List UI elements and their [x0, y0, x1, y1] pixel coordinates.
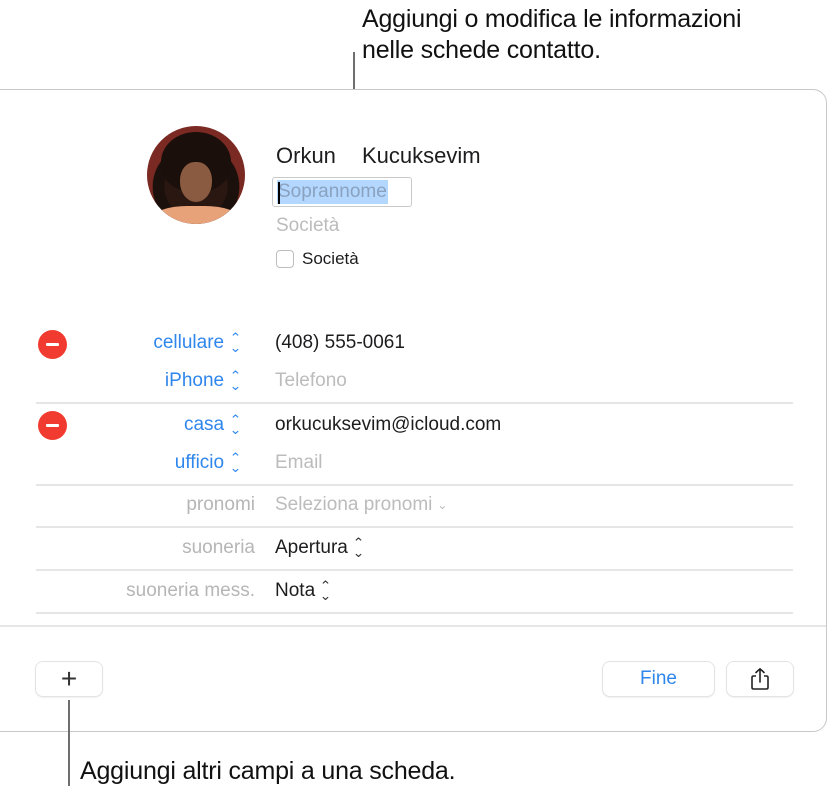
ringtone-label: suoneria: [182, 537, 255, 558]
section-divider: [36, 612, 793, 614]
text-tone-value: Nota: [275, 580, 316, 601]
callout-edit-info-line2: nelle schede contatto.: [362, 36, 601, 64]
contact-avatar[interactable]: [147, 126, 245, 224]
pronouns-placeholder: Seleziona pronomi: [275, 494, 433, 515]
up-down-chevron-icon: ⌃ ⌄: [229, 330, 242, 355]
delete-email-button[interactable]: [38, 411, 67, 440]
pronouns-selector[interactable]: Seleziona pronomi ⌄: [275, 494, 447, 516]
text-tone-label: suoneria mess.: [126, 580, 255, 601]
pronouns-label: pronomi: [186, 494, 255, 515]
toolbar-divider: [0, 625, 826, 627]
callout-edit-info-line1: Aggiungi o modifica le informazioni: [362, 5, 742, 33]
callout-leader-line: [68, 700, 70, 786]
ringtone-value: Apertura: [275, 537, 348, 558]
phone-label-selector[interactable]: cellulare ⌃ ⌄: [153, 330, 242, 355]
avatar-shirt: [153, 206, 239, 224]
delete-phone-button[interactable]: [38, 330, 67, 359]
nickname-field[interactable]: Soprannome: [272, 177, 412, 207]
nickname-placeholder-selected: Soprannome: [277, 180, 388, 204]
company-field[interactable]: Società: [276, 215, 339, 237]
avatar-face: [180, 162, 212, 202]
email-field[interactable]: orkucuksevim@icloud.com: [275, 414, 501, 436]
share-button[interactable]: [727, 662, 793, 696]
email-label-text: casa: [183, 414, 225, 435]
chevron-down-icon: ⌄: [437, 498, 448, 512]
phone-number-field[interactable]: (408) 555-0061: [275, 332, 405, 354]
callout-add-fields: Aggiungi altri campi a una scheda.: [80, 757, 456, 785]
ringtone-selector[interactable]: Apertura ⌃ ⌄: [275, 535, 365, 560]
new-phone-label-selector[interactable]: iPhone ⌃ ⌄: [164, 368, 242, 393]
up-down-chevron-icon: ⌃ ⌄: [229, 412, 242, 437]
plus-icon: +: [60, 663, 78, 694]
up-down-chevron-icon: ⌃ ⌄: [352, 535, 365, 560]
company-checkbox-row[interactable]: Società: [276, 249, 359, 269]
add-field-button[interactable]: +: [36, 662, 102, 696]
new-email-label-selector[interactable]: ufficio ⌃ ⌄: [174, 450, 242, 475]
text-caret: [278, 182, 280, 204]
contact-card-window: [0, 89, 827, 732]
text-tone-selector[interactable]: Nota ⌃ ⌄: [275, 578, 332, 603]
section-divider: [36, 526, 793, 528]
section-divider: [36, 402, 793, 404]
last-name-field[interactable]: Kucuksevim: [362, 143, 481, 169]
new-email-field[interactable]: Email: [275, 452, 323, 474]
section-divider: [36, 569, 793, 571]
first-name-field[interactable]: Orkun: [276, 143, 336, 169]
new-phone-field[interactable]: Telefono: [275, 370, 347, 392]
company-checkbox-label: Società: [302, 249, 359, 268]
section-divider: [36, 484, 793, 486]
share-icon: [751, 668, 769, 690]
new-email-label-text: ufficio: [174, 452, 225, 473]
company-checkbox[interactable]: [276, 250, 294, 268]
done-button[interactable]: Fine: [603, 662, 714, 696]
new-phone-label-text: iPhone: [164, 370, 225, 391]
phone-label-text: cellulare: [153, 332, 225, 353]
callout-edit-info: Aggiungi o modifica le informazioni nell…: [362, 4, 742, 66]
up-down-chevron-icon: ⌃ ⌄: [229, 368, 242, 393]
up-down-chevron-icon: ⌃ ⌄: [319, 578, 332, 603]
up-down-chevron-icon: ⌃ ⌄: [229, 450, 242, 475]
email-label-selector[interactable]: casa ⌃ ⌄: [183, 412, 242, 437]
